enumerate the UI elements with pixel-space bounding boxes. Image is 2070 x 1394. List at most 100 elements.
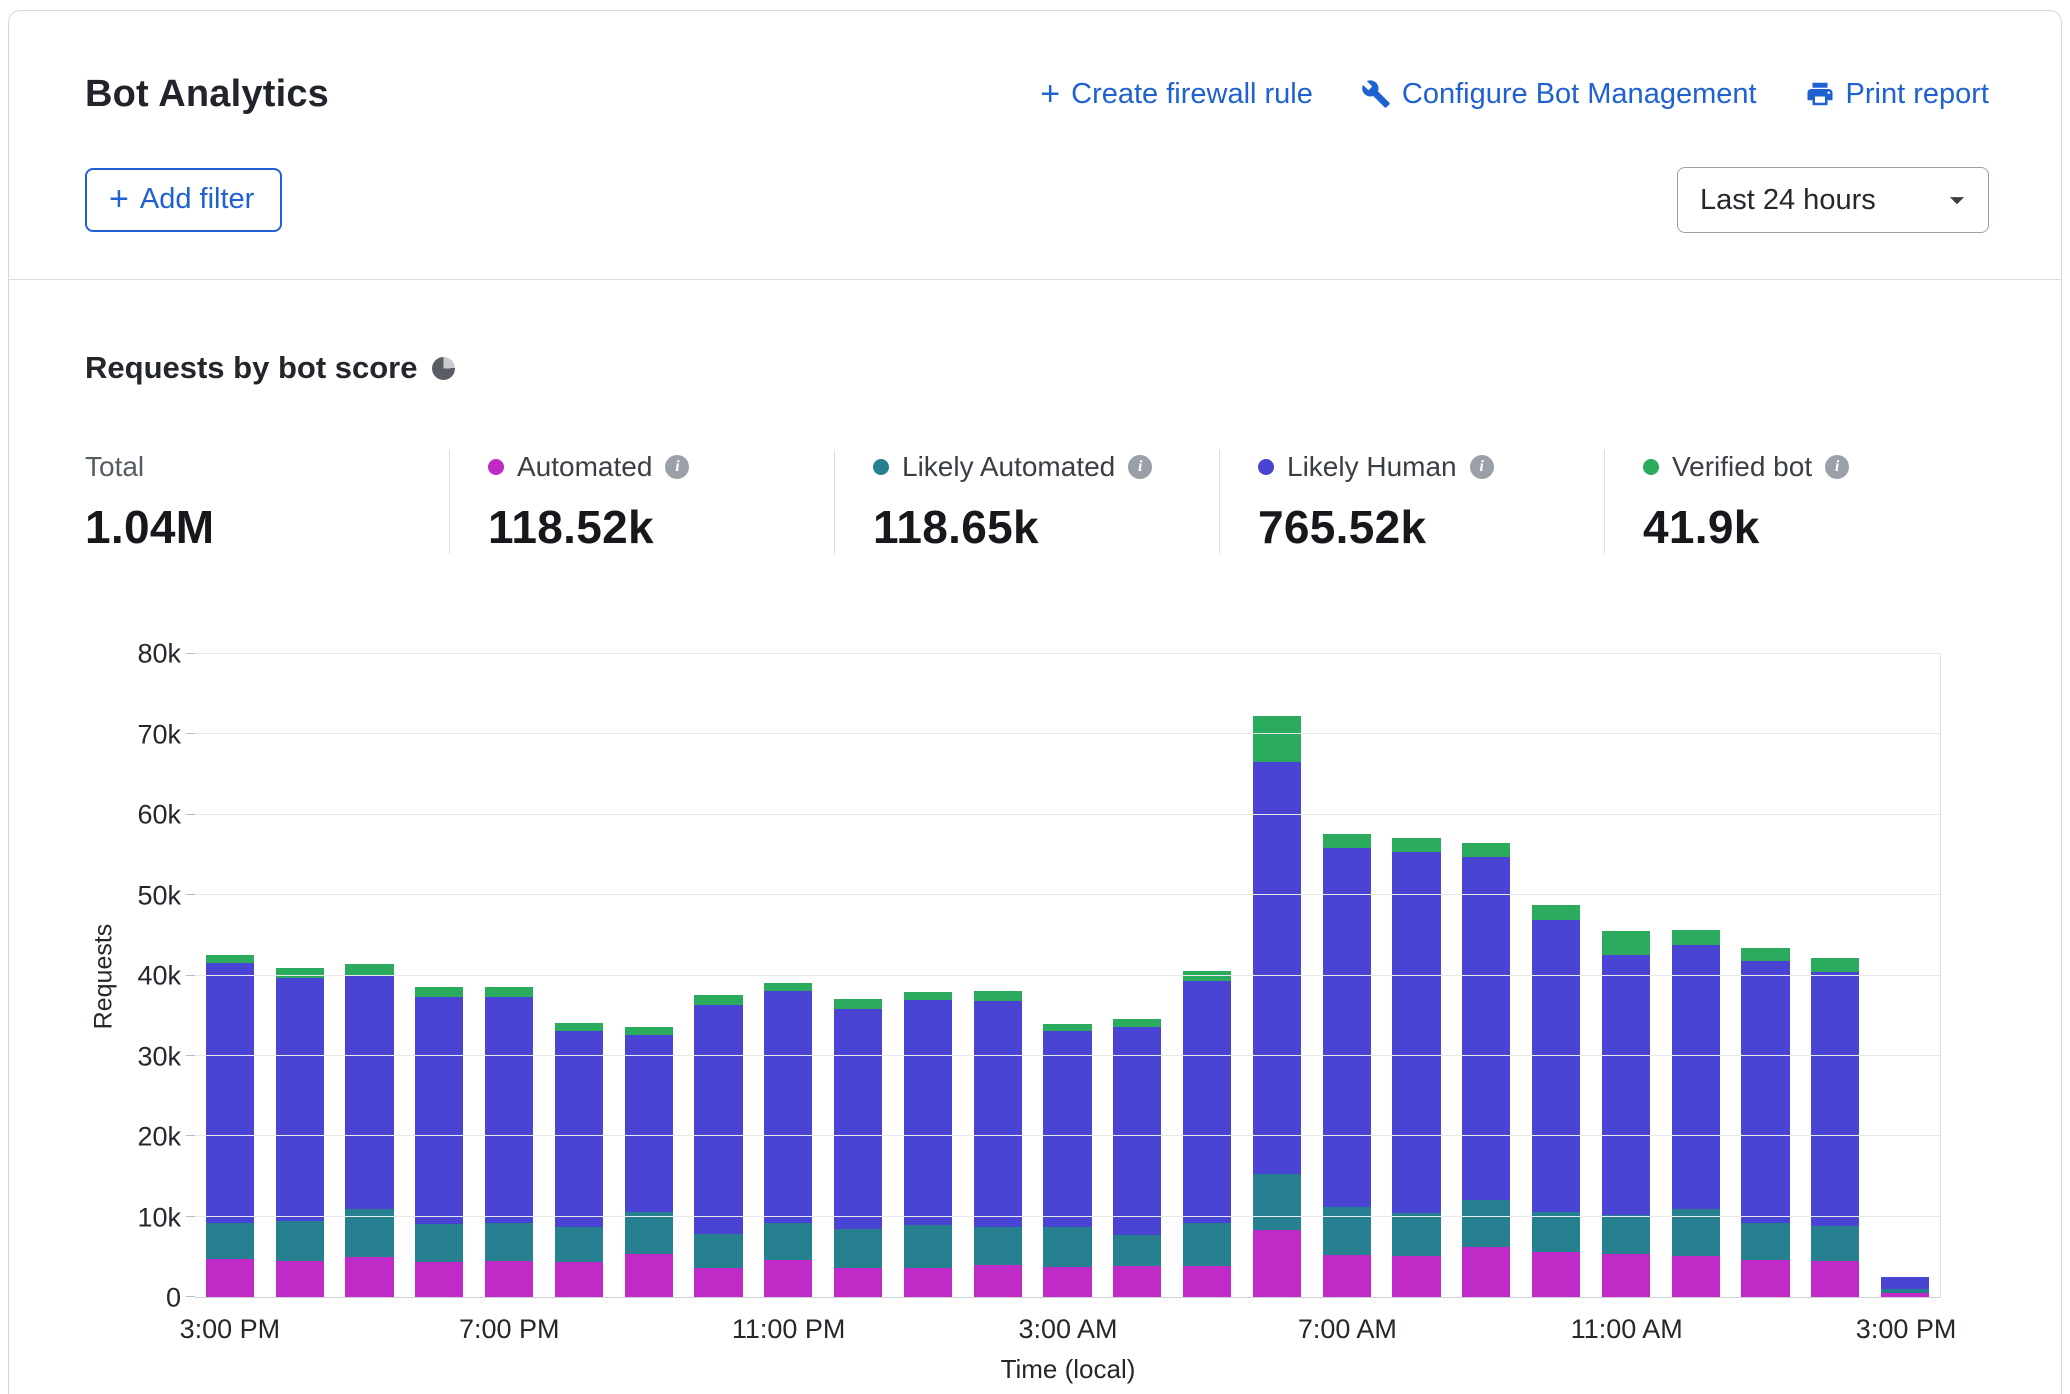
bar-segment-automated[interactable]	[1462, 1247, 1510, 1297]
configure-bot-management-link[interactable]: Configure Bot Management	[1361, 78, 1757, 111]
bar-segment-likely-human[interactable]	[625, 1035, 673, 1212]
bar-segment-likely-automated[interactable]	[1532, 1212, 1580, 1252]
bar-segment-automated[interactable]	[1811, 1261, 1859, 1297]
bar-segment-likely-human[interactable]	[1811, 972, 1859, 1226]
stacked-bar[interactable]	[555, 1023, 603, 1297]
stacked-bar[interactable]	[1043, 1024, 1091, 1297]
bar-segment-verified-bot[interactable]	[1183, 971, 1231, 981]
bar-segment-verified-bot[interactable]	[764, 983, 812, 991]
bar-segment-verified-bot[interactable]	[555, 1023, 603, 1031]
bar-segment-likely-human[interactable]	[415, 997, 463, 1224]
bar-segment-likely-automated[interactable]	[415, 1224, 463, 1262]
bar-segment-verified-bot[interactable]	[1741, 948, 1789, 961]
stacked-bar[interactable]	[974, 991, 1022, 1297]
bar-segment-automated[interactable]	[764, 1260, 812, 1297]
bar-segment-likely-automated[interactable]	[1462, 1200, 1510, 1247]
bar-segment-automated[interactable]	[1881, 1293, 1929, 1297]
bar-segment-likely-automated[interactable]	[904, 1225, 952, 1268]
bar-segment-likely-automated[interactable]	[834, 1229, 882, 1268]
stacked-bar[interactable]	[1183, 971, 1231, 1297]
bar-segment-automated[interactable]	[974, 1265, 1022, 1297]
stacked-bar[interactable]	[1672, 930, 1720, 1297]
bar-segment-likely-human[interactable]	[1532, 920, 1580, 1212]
bar-segment-likely-automated[interactable]	[276, 1221, 324, 1261]
stacked-bar[interactable]	[1741, 948, 1789, 1297]
bar-segment-automated[interactable]	[694, 1268, 742, 1297]
bar-segment-automated[interactable]	[1392, 1256, 1440, 1297]
bar-segment-automated[interactable]	[1323, 1255, 1371, 1297]
stacked-bar[interactable]	[1602, 931, 1650, 1297]
bar-segment-automated[interactable]	[904, 1268, 952, 1297]
bar-segment-likely-human[interactable]	[1462, 857, 1510, 1200]
bar-segment-automated[interactable]	[276, 1261, 324, 1297]
bar-segment-likely-human[interactable]	[974, 1001, 1022, 1227]
stacked-bar[interactable]	[1881, 1277, 1929, 1297]
bar-segment-verified-bot[interactable]	[1532, 905, 1580, 920]
bar-segment-automated[interactable]	[1113, 1266, 1161, 1297]
bar-segment-verified-bot[interactable]	[904, 992, 952, 1000]
bar-segment-likely-human[interactable]	[694, 1005, 742, 1234]
bar-segment-verified-bot[interactable]	[1392, 838, 1440, 852]
bar-segment-verified-bot[interactable]	[206, 955, 254, 963]
stacked-bar[interactable]	[1532, 905, 1580, 1297]
stacked-bar[interactable]	[1462, 843, 1510, 1297]
stacked-bar[interactable]	[345, 964, 393, 1297]
bar-segment-likely-human[interactable]	[1113, 1027, 1161, 1235]
bar-segment-verified-bot[interactable]	[415, 987, 463, 997]
bar-segment-likely-automated[interactable]	[1811, 1226, 1859, 1261]
bar-segment-verified-bot[interactable]	[834, 999, 882, 1009]
stacked-bar[interactable]	[625, 1027, 673, 1297]
bar-segment-automated[interactable]	[1602, 1254, 1650, 1297]
stacked-bar[interactable]	[1392, 838, 1440, 1297]
bar-segment-verified-bot[interactable]	[625, 1027, 673, 1035]
bar-segment-likely-human[interactable]	[904, 1000, 952, 1225]
bar-segment-likely-automated[interactable]	[1323, 1207, 1371, 1255]
info-icon[interactable]: i	[665, 455, 689, 479]
add-filter-button[interactable]: + Add filter	[85, 168, 282, 232]
bar-segment-automated[interactable]	[834, 1268, 882, 1297]
bar-segment-verified-bot[interactable]	[1043, 1024, 1091, 1031]
bar-segment-likely-automated[interactable]	[555, 1227, 603, 1262]
print-report-link[interactable]: Print report	[1805, 78, 1989, 111]
stacked-bar[interactable]	[834, 999, 882, 1297]
create-firewall-rule-link[interactable]: + Create firewall rule	[1040, 77, 1313, 111]
bar-segment-likely-automated[interactable]	[974, 1227, 1022, 1265]
stacked-bar[interactable]	[206, 955, 254, 1297]
bar-segment-likely-automated[interactable]	[1741, 1223, 1789, 1260]
info-icon[interactable]: i	[1825, 455, 1849, 479]
bar-segment-likely-human[interactable]	[1392, 852, 1440, 1213]
stacked-bar[interactable]	[1323, 834, 1371, 1297]
bar-segment-automated[interactable]	[1672, 1256, 1720, 1297]
bar-segment-likely-automated[interactable]	[1183, 1223, 1231, 1266]
bar-segment-automated[interactable]	[625, 1254, 673, 1297]
time-range-select[interactable]: Last 24 hours	[1677, 167, 1989, 233]
bar-segment-likely-human[interactable]	[834, 1009, 882, 1229]
stacked-bar[interactable]	[694, 995, 742, 1297]
stacked-bar[interactable]	[485, 987, 533, 1297]
stacked-bar[interactable]	[276, 968, 324, 1297]
bar-segment-verified-bot[interactable]	[974, 991, 1022, 1001]
bar-segment-verified-bot[interactable]	[485, 987, 533, 997]
info-icon[interactable]: i	[1128, 455, 1152, 479]
bar-segment-likely-human[interactable]	[1253, 762, 1301, 1174]
stacked-bar[interactable]	[904, 992, 952, 1297]
bar-segment-verified-bot[interactable]	[694, 995, 742, 1005]
bar-segment-verified-bot[interactable]	[1811, 958, 1859, 972]
bar-segment-automated[interactable]	[345, 1257, 393, 1297]
bar-segment-likely-human[interactable]	[555, 1031, 603, 1227]
bar-segment-verified-bot[interactable]	[1323, 834, 1371, 848]
bar-segment-automated[interactable]	[206, 1259, 254, 1297]
bar-segment-likely-human[interactable]	[1602, 955, 1650, 1215]
bar-segment-likely-automated[interactable]	[1113, 1235, 1161, 1266]
stacked-bar[interactable]	[1253, 716, 1301, 1297]
bar-segment-likely-automated[interactable]	[764, 1223, 812, 1260]
bar-segment-likely-human[interactable]	[1672, 945, 1720, 1209]
bar-segment-likely-human[interactable]	[345, 976, 393, 1209]
stacked-bar[interactable]	[1811, 958, 1859, 1297]
bar-segment-likely-automated[interactable]	[1602, 1215, 1650, 1254]
stacked-bar[interactable]	[415, 987, 463, 1297]
bar-segment-verified-bot[interactable]	[1462, 843, 1510, 857]
bar-segment-likely-human[interactable]	[276, 978, 324, 1221]
bar-segment-automated[interactable]	[485, 1261, 533, 1297]
bar-segment-likely-automated[interactable]	[206, 1223, 254, 1259]
